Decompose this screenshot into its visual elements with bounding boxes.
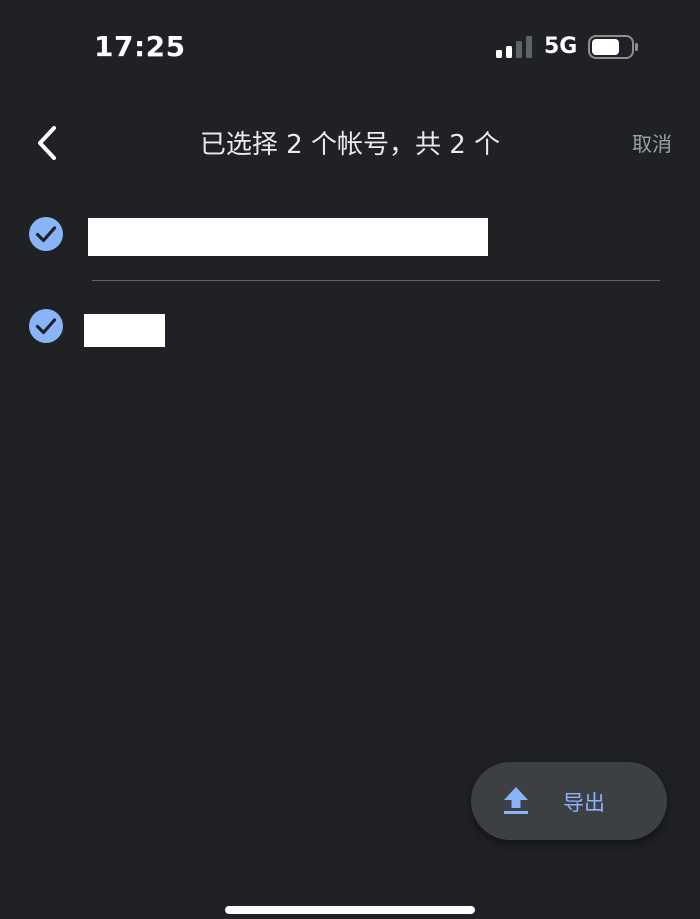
back-button[interactable] bbox=[26, 122, 68, 164]
app-bar: 已选择 2 个帐号，共 2 个 取消 bbox=[0, 110, 700, 176]
check-circle-icon[interactable] bbox=[28, 216, 64, 252]
account-name bbox=[88, 218, 488, 256]
network-type: 5G bbox=[544, 34, 578, 59]
status-time: 17:25 bbox=[94, 30, 186, 63]
page-title: 已选择 2 个帐号，共 2 个 bbox=[199, 130, 501, 160]
check-circle-icon[interactable] bbox=[28, 308, 64, 344]
cancel-button[interactable]: 取消 bbox=[632, 128, 672, 157]
battery-icon bbox=[588, 35, 638, 59]
home-indicator[interactable] bbox=[225, 906, 475, 914]
status-bar: 17:25 5G bbox=[0, 0, 700, 95]
upload-icon[interactable] bbox=[502, 785, 530, 815]
signal-bars-icon bbox=[496, 36, 532, 58]
chevron-left-icon bbox=[38, 126, 56, 160]
divider bbox=[92, 280, 660, 281]
account-name bbox=[84, 314, 165, 347]
account-row[interactable] bbox=[0, 200, 700, 280]
account-row[interactable] bbox=[0, 290, 700, 370]
export-label[interactable]: 导出 bbox=[563, 787, 605, 817]
